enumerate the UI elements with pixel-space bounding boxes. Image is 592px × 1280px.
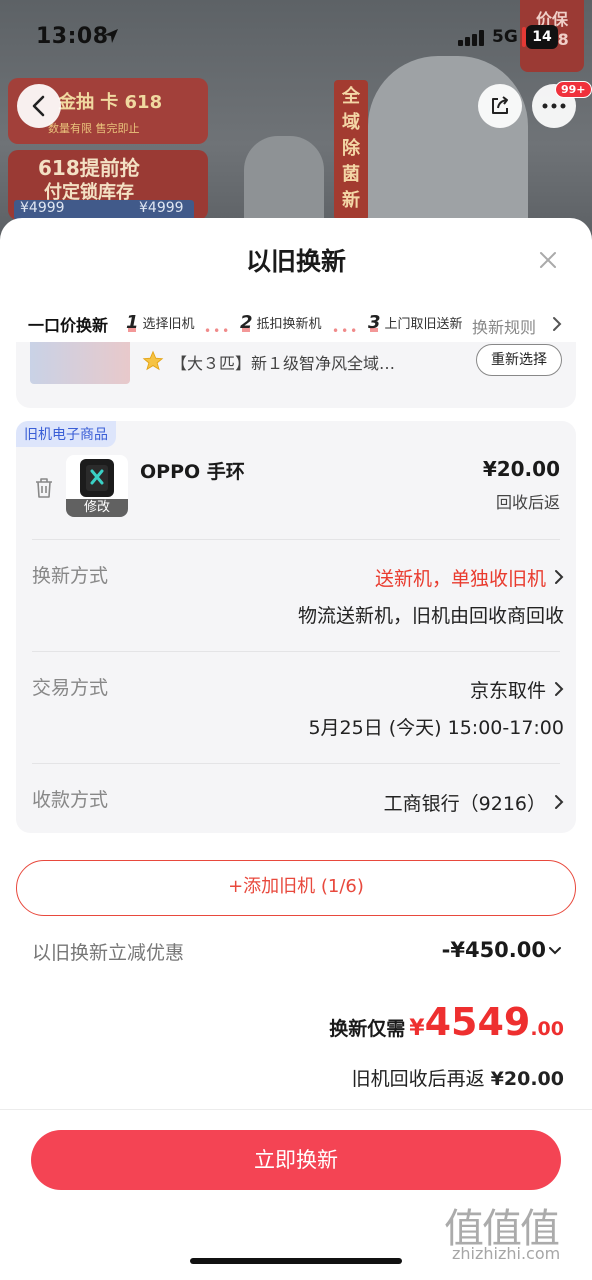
refund-label: 旧机回收后再返 xyxy=(351,1068,485,1090)
total-label: 换新仅需 xyxy=(329,1018,406,1040)
old-device-price: ¥20.00 xyxy=(482,457,560,481)
payment-method-label: 收款方式 xyxy=(32,789,109,811)
exchange-method-label: 换新方式 xyxy=(32,565,109,587)
new-product-thumbnail xyxy=(30,342,130,384)
chevron-right-icon[interactable] xyxy=(554,794,564,810)
new-product-name: 【大３匹】新１级智净风全域… xyxy=(171,354,396,373)
trade-method-value[interactable]: 京东取件 xyxy=(470,676,546,703)
watermark: 值值值 zhizhizhi.com xyxy=(444,1196,584,1272)
battery-level: 14 xyxy=(526,25,558,49)
promo-subtitle: 数量有限 售完即止 xyxy=(48,122,140,135)
step-2-label: 抵扣换新机 xyxy=(256,317,322,332)
step-dots: ••• xyxy=(204,324,232,338)
chevron-right-icon[interactable] xyxy=(554,681,564,697)
close-icon[interactable] xyxy=(536,248,560,272)
old-device-thumbnail[interactable]: 修改 xyxy=(66,455,128,517)
steps-bar: 一口价换新 1 选择旧机 ••• 2 抵扣换新机 ••• 3 上门取旧送新 换新规则 xyxy=(0,302,592,342)
step-1-number: 1 xyxy=(126,312,139,333)
discount-label: 以旧换新立减优惠 xyxy=(32,942,185,964)
watermark-site: zhizhizhi.com xyxy=(452,1244,561,1263)
vertical-feature-tag: 全域除菌 新 xyxy=(334,80,368,220)
promo-title: 金抽 卡 618 xyxy=(58,92,163,113)
divider xyxy=(0,1109,592,1110)
payment-method-value[interactable]: 工商银行（9216） xyxy=(384,789,546,816)
presale-line1: 618提前抢 xyxy=(38,156,140,180)
signal-bars-icon xyxy=(458,30,484,46)
trade-in-sheet: 以旧换新 一口价换新 1 选择旧机 ••• 2 抵扣换新机 ••• 3 上门取旧送新 … xyxy=(0,218,592,1280)
old-device-card: 旧机电子商品 修改 OPPO 手环 ¥20.00 回收后返 换新方式 送新机，单… xyxy=(16,421,576,833)
message-count-badge: 99+ xyxy=(555,81,592,98)
new-product-card: 【大３匹】新１级智净风全域… 重新选择 xyxy=(16,342,576,408)
step-1: 1 选择旧机 xyxy=(126,312,195,333)
old-device-price-note: 回收后返 xyxy=(495,493,560,512)
rules-link[interactable]: 换新规则 xyxy=(472,314,536,338)
chevron-right-icon[interactable] xyxy=(554,569,564,585)
refund-amount: ¥20.00 xyxy=(490,1068,564,1090)
status-time: 13:08 xyxy=(36,24,109,49)
steps-main-label: 一口价换新 xyxy=(28,316,109,335)
status-bar: 13:08 5G 14 xyxy=(0,0,592,76)
background-price-row: ¥4999 ¥4999 xyxy=(14,200,194,220)
step-3-number: 3 xyxy=(368,312,381,333)
step-dots: ••• xyxy=(332,324,360,338)
total-decimal: .00 xyxy=(530,1018,564,1040)
refund-info: 旧机回收后再返 ¥20.00 xyxy=(352,1064,564,1091)
exchange-method-description: 物流送新机，旧机由回收商回收 xyxy=(297,605,564,627)
reselect-button[interactable]: 重新选择 xyxy=(476,344,562,376)
divider xyxy=(32,651,560,652)
chevron-down-icon[interactable] xyxy=(548,946,562,956)
chevron-right-icon[interactable] xyxy=(552,316,562,332)
share-icon xyxy=(492,96,508,114)
share-button[interactable] xyxy=(478,84,522,128)
total-price: 换新仅需 ¥4549.00 xyxy=(329,1000,564,1050)
old-device-name: OPPO 手环 xyxy=(140,461,245,483)
background-price-left: ¥4999 xyxy=(20,200,65,216)
exchange-method-value[interactable]: 送新机，单独收旧机 xyxy=(375,564,546,591)
step-3-label: 上门取旧送新 xyxy=(384,317,463,332)
trash-icon[interactable] xyxy=(34,477,54,499)
step-2-number: 2 xyxy=(240,312,253,333)
chevron-left-icon xyxy=(32,95,45,117)
smart-band-icon xyxy=(80,459,114,497)
total-currency: ¥ xyxy=(409,1016,425,1041)
sheet-title: 以旧换新 xyxy=(245,247,346,276)
home-indicator[interactable] xyxy=(190,1258,402,1264)
trade-method-label: 交易方式 xyxy=(32,677,109,699)
step-3: 3 上门取旧送新 xyxy=(368,312,463,333)
star-icon xyxy=(142,350,164,371)
step-1-label: 选择旧机 xyxy=(142,317,195,332)
total-integer: 4549 xyxy=(424,1000,531,1044)
background-price-right: ¥4999 xyxy=(139,200,184,216)
location-arrow-icon xyxy=(104,29,118,43)
trade-in-now-button[interactable]: 立即换新 xyxy=(31,1130,561,1190)
discount-value[interactable]: -¥450.00 xyxy=(442,938,546,962)
divider xyxy=(32,763,560,764)
more-dots-icon xyxy=(542,103,566,109)
pickup-time: 5月25日 (今天) 15:00-17:00 xyxy=(308,717,564,739)
network-type: 5G xyxy=(492,27,518,47)
old-device-tag: 旧机电子商品 xyxy=(16,421,116,447)
step-2: 2 抵扣换新机 xyxy=(240,312,322,333)
divider xyxy=(32,539,560,540)
add-old-device-button[interactable]: +添加旧机 (1/6) xyxy=(16,860,576,916)
back-button[interactable] xyxy=(17,84,61,128)
edit-label[interactable]: 修改 xyxy=(66,499,128,517)
